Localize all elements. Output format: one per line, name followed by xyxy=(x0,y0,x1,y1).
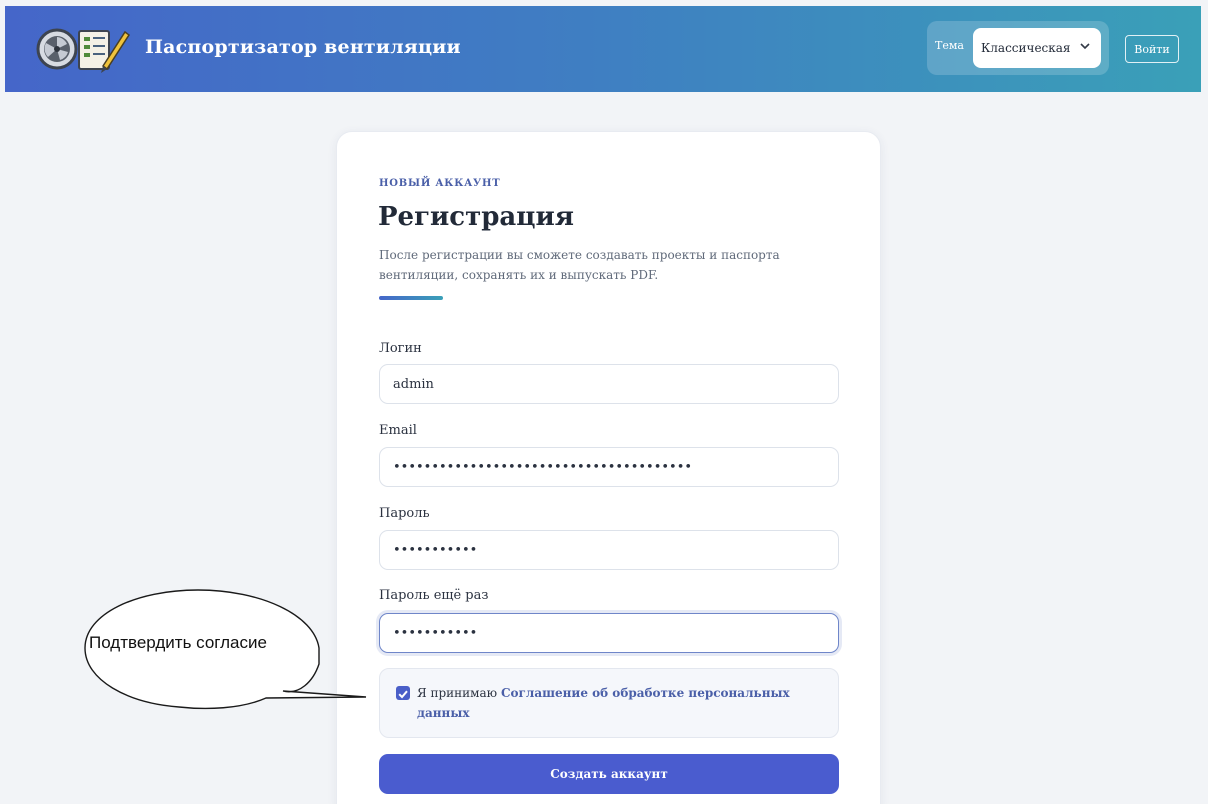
login-button[interactable]: Войти xyxy=(1125,35,1179,63)
theme-select-value: Классическая xyxy=(981,41,1071,55)
theme-label: Тема xyxy=(935,39,964,52)
check-icon xyxy=(398,690,408,699)
form-description: После регистрации вы сможете создавать п… xyxy=(379,248,780,282)
password-confirm-input[interactable] xyxy=(379,613,839,653)
app-logo-icon xyxy=(36,28,131,73)
registration-card: НОВЫЙ АККАУНТ Регистрация После регистра… xyxy=(336,131,881,804)
consent-text: Я принимаю Соглашение об обработке персо… xyxy=(417,683,827,723)
consent-box: Я принимаю Соглашение об обработке персо… xyxy=(379,668,839,738)
callout-text: Подтвердить согласие xyxy=(89,633,267,652)
password-label: Пароль xyxy=(379,506,430,521)
consent-prefix: Я принимаю xyxy=(417,686,498,700)
password-confirm-label: Пароль ещё раз xyxy=(379,588,489,603)
password-input[interactable] xyxy=(379,530,839,570)
page-title: Регистрация xyxy=(378,202,574,232)
login-label: Логин xyxy=(379,341,422,356)
form-eyebrow: НОВЫЙ АККАУНТ xyxy=(379,178,501,189)
email-label: Email xyxy=(379,423,417,438)
theme-switcher: Тема Классическая xyxy=(927,21,1109,75)
app-title: Паспортизатор вентиляции xyxy=(145,36,461,58)
consent-checkbox[interactable] xyxy=(396,686,410,700)
theme-select[interactable]: Классическая xyxy=(973,28,1101,68)
accent-divider xyxy=(379,296,443,300)
app-header: Паспортизатор вентиляции Тема Классическ… xyxy=(5,6,1201,92)
create-account-button[interactable]: Создать аккаунт xyxy=(379,754,839,794)
login-input[interactable] xyxy=(379,364,839,404)
chevron-down-icon xyxy=(1080,43,1090,50)
email-input[interactable] xyxy=(379,447,839,487)
